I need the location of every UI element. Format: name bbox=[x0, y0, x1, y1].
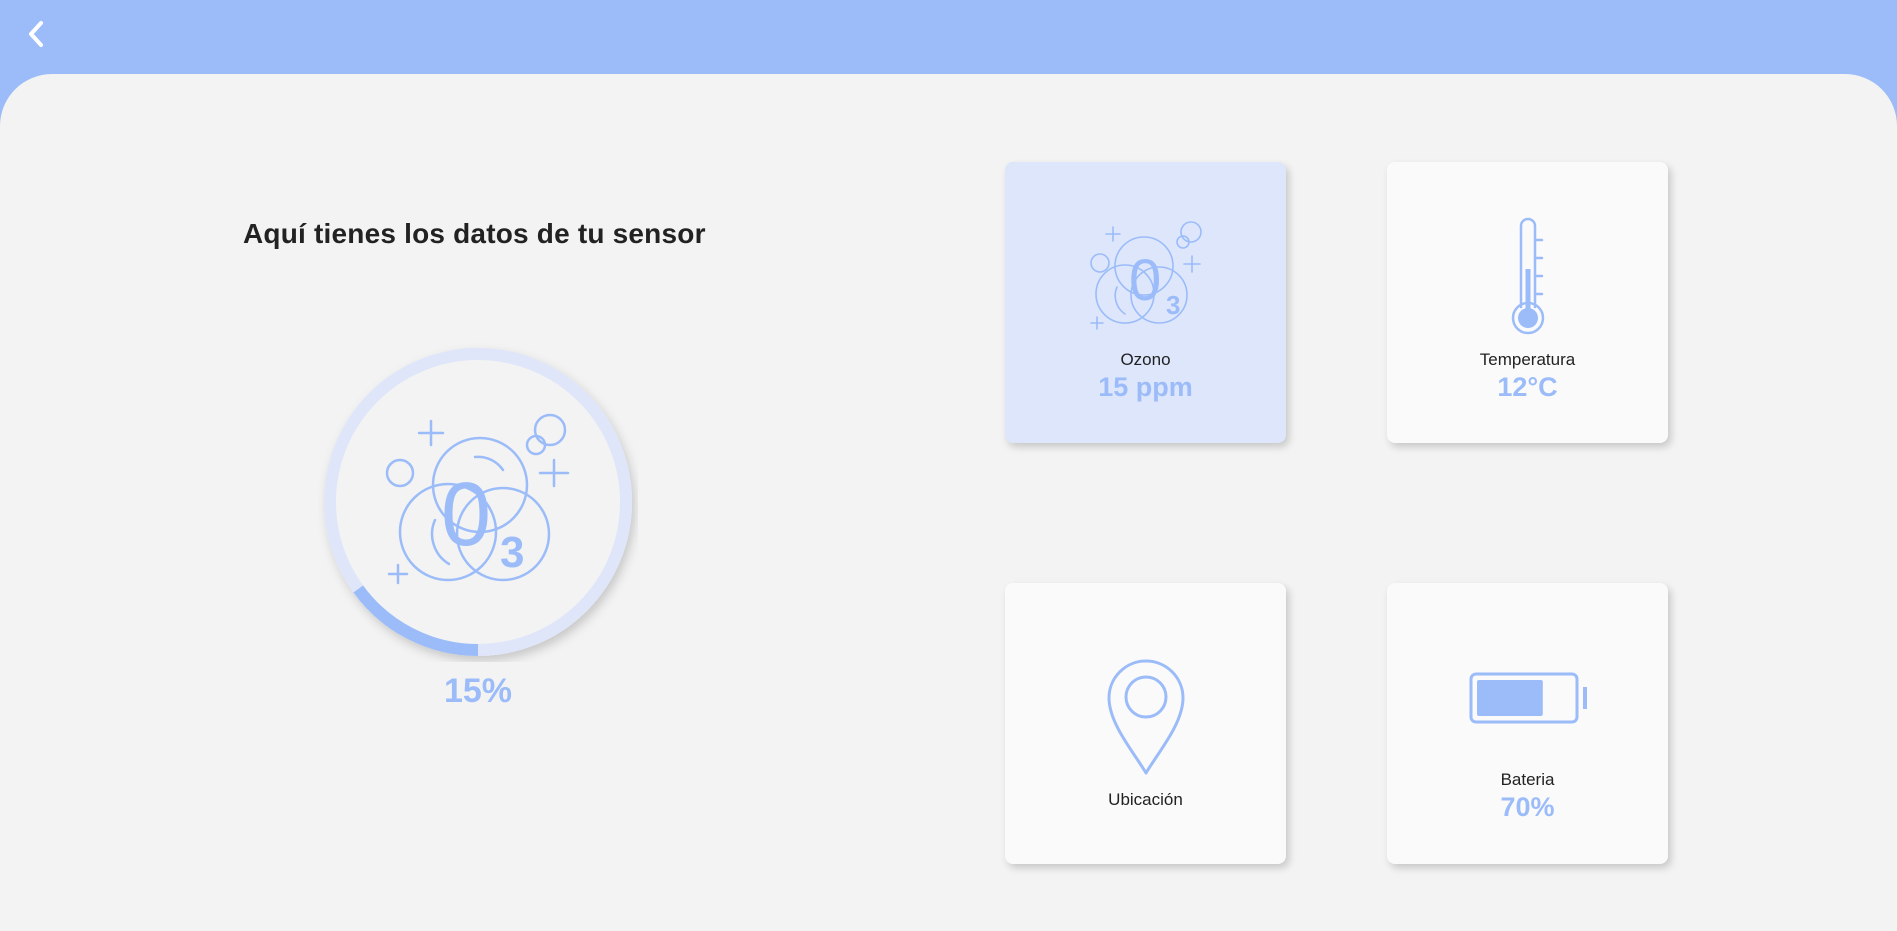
svg-text:0: 0 bbox=[441, 465, 491, 565]
card-bateria[interactable]: Bateria 70% bbox=[1387, 583, 1668, 864]
battery-icon bbox=[1469, 672, 1587, 724]
svg-text:0: 0 bbox=[1129, 248, 1161, 313]
thermometer-icon bbox=[1511, 217, 1544, 335]
svg-text:3: 3 bbox=[500, 528, 524, 577]
top-bar bbox=[0, 0, 1897, 80]
back-button[interactable] bbox=[18, 16, 54, 52]
card-label: Ozono bbox=[1120, 350, 1171, 369]
card-label: Temperatura bbox=[1479, 350, 1576, 369]
card-label: Bateria bbox=[1500, 770, 1555, 789]
card-value: 15 ppm bbox=[1098, 372, 1193, 402]
card-ubicacion[interactable]: Ubicación bbox=[1005, 583, 1286, 864]
gauge-percentage: 15% bbox=[443, 672, 513, 710]
card-ozono[interactable]: 0 3 Ozono 15 ppm bbox=[1005, 162, 1286, 443]
ozone-icon: 0 3 bbox=[1089, 221, 1202, 330]
card-label: Ubicación bbox=[1108, 790, 1183, 809]
card-value: 70% bbox=[1500, 792, 1555, 822]
card-value: 12°C bbox=[1497, 372, 1558, 402]
chevron-left-icon bbox=[29, 21, 43, 47]
location-pin-icon bbox=[1107, 659, 1184, 775]
page-title: Aquí tienes los datos de tu sensor bbox=[243, 218, 706, 249]
card-temperatura[interactable]: Temperatura 12°C bbox=[1387, 162, 1668, 443]
svg-text:3: 3 bbox=[1166, 290, 1180, 320]
ozone-gauge: 0 3 bbox=[318, 342, 638, 662]
